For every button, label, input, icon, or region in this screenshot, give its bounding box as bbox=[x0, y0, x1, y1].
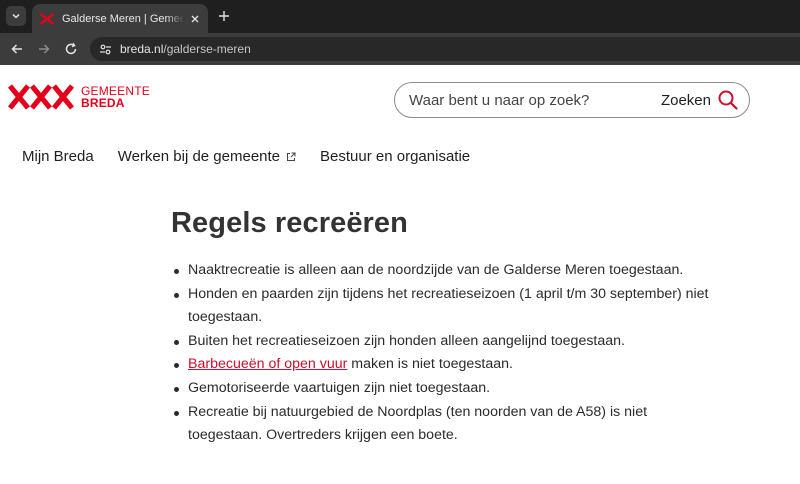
url-domain: breda.nl bbox=[120, 42, 164, 56]
nav-bestuur-en-organisatie[interactable]: Bestuur en organisatie bbox=[320, 148, 470, 165]
rules-list: Naaktrecreatie is alleen aan de noordzij… bbox=[171, 259, 711, 448]
main-navigation: Mijn Breda Werken bij de gemeente Bestuu… bbox=[22, 148, 470, 165]
chevron-down-icon bbox=[12, 13, 20, 19]
external-link-icon bbox=[287, 152, 296, 161]
tab-search-button[interactable] bbox=[6, 6, 26, 26]
browser-tab-active[interactable]: Galderse Meren | Gemeente Breda bbox=[32, 4, 208, 33]
browser-toolbar: breda.nl/galderse-meren bbox=[0, 33, 800, 65]
url-path: /galderse-meren bbox=[163, 42, 251, 56]
page-title: Regels recreëren bbox=[171, 207, 408, 239]
list-item: Barbecueën of open vuur maken is niet to… bbox=[171, 353, 711, 377]
browser-tab-strip: Galderse Meren | Gemeente Breda bbox=[0, 0, 800, 33]
url-text: breda.nl/galderse-meren bbox=[120, 42, 251, 56]
tab-close-icon[interactable] bbox=[188, 12, 202, 26]
tab-title: Galderse Meren | Gemeente Breda bbox=[62, 12, 184, 25]
search-button-label: Zoeken bbox=[660, 91, 711, 109]
nav-werken-bij-de-gemeente[interactable]: Werken bij de gemeente bbox=[118, 148, 296, 165]
nav-werken-label: Werken bij de gemeente bbox=[117, 148, 281, 165]
search-button[interactable]: Zoeken bbox=[661, 89, 739, 111]
barbecue-link[interactable]: Barbecueën of open vuur bbox=[188, 356, 347, 372]
list-item: Recreatie bij natuurgebied de Noordplas … bbox=[171, 401, 711, 448]
list-item: Naaktrecreatie is alleen aan de noordzij… bbox=[171, 259, 711, 283]
logo-line-2: BREDA bbox=[81, 96, 125, 110]
reload-icon[interactable] bbox=[62, 40, 80, 58]
back-arrow-icon[interactable] bbox=[8, 40, 26, 58]
nav-mijn-breda[interactable]: Mijn Breda bbox=[22, 148, 94, 165]
list-item-text: maken is niet toegestaan. bbox=[347, 356, 513, 373]
list-item: Gemotoriseerde vaartuigen zijn niet toeg… bbox=[171, 377, 711, 401]
forward-arrow-icon[interactable] bbox=[35, 40, 53, 58]
gemeente-breda-logo[interactable]: GEMEENTE BREDA bbox=[8, 84, 150, 110]
breda-crosses-logo-icon bbox=[8, 84, 74, 110]
logo-wordmark: GEMEENTE BREDA bbox=[81, 85, 150, 109]
search-icon bbox=[718, 90, 738, 110]
list-item: Honden en paarden zijn tijdens het recre… bbox=[171, 283, 711, 330]
breda-favicon-icon bbox=[40, 12, 54, 25]
search-input[interactable] bbox=[409, 91, 649, 109]
list-item: Buiten het recreatieseizoen zijn honden … bbox=[171, 330, 711, 354]
site-settings-icon[interactable] bbox=[96, 40, 114, 58]
site-search: Zoeken bbox=[394, 82, 750, 118]
address-bar[interactable]: breda.nl/galderse-meren bbox=[90, 37, 800, 61]
new-tab-plus-icon[interactable] bbox=[216, 8, 232, 24]
